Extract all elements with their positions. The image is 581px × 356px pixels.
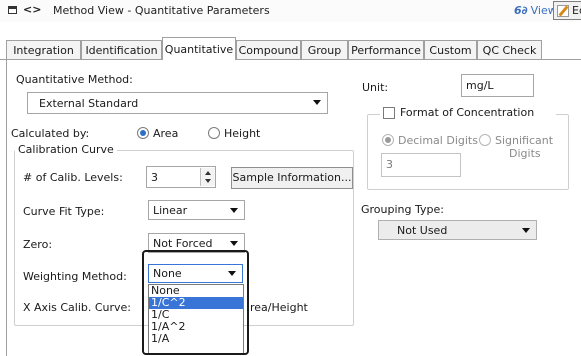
- calibration-curve-title: Calibration Curve: [15, 143, 117, 156]
- chevron-down-icon: [313, 100, 321, 105]
- tab-quantitative[interactable]: Quantitative: [162, 37, 236, 60]
- significant-digits-label-line1: Significant: [495, 134, 554, 147]
- calib-levels-stepper[interactable]: 3: [146, 166, 216, 188]
- calib-levels-label: # of Calib. Levels:: [23, 171, 123, 184]
- tab-custom[interactable]: Custom: [424, 40, 477, 59]
- curve-fit-value: Linear: [153, 204, 188, 217]
- decimal-digits-label: Decimal Digits: [398, 134, 478, 147]
- window-title-bar: <> Method View - Quantitative Parameters…: [0, 0, 581, 22]
- quant-method-label: Quantitative Method:: [16, 73, 133, 86]
- highlight-callout: [142, 250, 249, 355]
- radio-area-label: Area: [153, 127, 179, 140]
- calib-levels-value: 3: [151, 171, 158, 184]
- weighting-label: Weighting Method:: [23, 270, 127, 283]
- tab-group[interactable]: Group: [301, 40, 348, 59]
- format-concentration-label: Format of Concentration: [400, 106, 535, 119]
- quant-method-value: External Standard: [39, 97, 139, 110]
- chevron-down-icon: [230, 208, 238, 213]
- xaxis-label: X Axis Calib. Curve:: [23, 301, 132, 314]
- tab-performance[interactable]: Performance: [348, 40, 424, 59]
- radio-area[interactable]: [137, 127, 149, 139]
- grouping-type-dropdown[interactable]: Not Used: [378, 220, 537, 240]
- spin-up-icon: [205, 171, 211, 175]
- unit-label: Unit:: [362, 81, 389, 94]
- radio-decimal-digits[interactable]: [382, 134, 394, 146]
- unit-field[interactable]: mg/L: [461, 74, 534, 97]
- edit-label: Edit: [572, 4, 581, 17]
- significant-digits-label-line2: Digits: [509, 147, 541, 160]
- calculated-by-label: Calculated by:: [11, 127, 90, 140]
- chevron-down-icon: [522, 228, 530, 233]
- tab-qc-check[interactable]: QC Check: [477, 40, 542, 59]
- concentration-header: Format of Concentration: [380, 106, 556, 120]
- grouping-type-label: Grouping Type:: [361, 203, 444, 216]
- view-button[interactable]: 6∂ View: [514, 4, 557, 17]
- quant-method-dropdown[interactable]: External Standard: [27, 92, 328, 114]
- sample-information-button[interactable]: Sample Information...: [231, 167, 353, 189]
- edit-button[interactable]: Edit: [553, 1, 581, 20]
- window-icon: [8, 6, 17, 14]
- zero-value: Not Forced: [153, 237, 213, 250]
- edit-pencil-icon: [557, 5, 569, 17]
- tab-compound[interactable]: Compound: [236, 40, 301, 59]
- tab-integration[interactable]: Integration: [6, 40, 81, 59]
- tab-identification[interactable]: Identification: [81, 40, 162, 59]
- curve-fit-dropdown[interactable]: Linear: [148, 200, 245, 220]
- radio-height-label: Height: [224, 127, 261, 140]
- xaxis-value: rea/Height: [250, 301, 308, 314]
- curve-fit-label: Curve Fit Type:: [23, 205, 105, 218]
- zero-label: Zero:: [23, 238, 53, 251]
- radio-height[interactable]: [208, 127, 220, 139]
- chevron-down-icon: [230, 241, 238, 246]
- radio-significant-digits[interactable]: [479, 134, 491, 146]
- format-concentration-checkbox[interactable]: [383, 107, 395, 119]
- digits-field[interactable]: 3: [381, 153, 461, 177]
- grouping-type-value: Not Used: [397, 224, 448, 237]
- glasses-icon: 6∂: [514, 4, 528, 17]
- spin-down-icon: [205, 179, 211, 183]
- spin-buttons[interactable]: [200, 168, 215, 186]
- navigate-icon[interactable]: <>: [23, 3, 41, 16]
- window-title: Method View - Quantitative Parameters: [53, 4, 270, 17]
